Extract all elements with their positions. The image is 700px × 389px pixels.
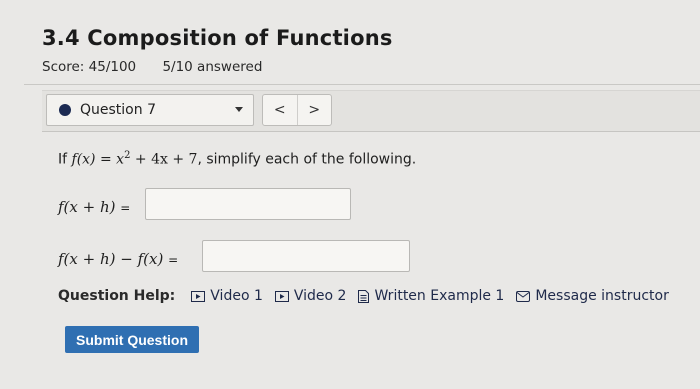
part-2-answer-input[interactable]: [202, 240, 410, 272]
video-1-link[interactable]: Video 1: [191, 288, 263, 304]
written-example-label: Written Example 1: [374, 288, 505, 304]
question-help: Question Help: Video 1 Video 2 Written E…: [58, 288, 669, 304]
function-rhs-rest: + 4x + 7: [130, 151, 198, 168]
previous-question-button[interactable]: <: [263, 95, 297, 125]
problem-statement: If f(x) = x2 + 4x + 7, simplify each of …: [58, 150, 416, 168]
part-1-equals: =: [120, 201, 131, 215]
question-help-label: Question Help:: [58, 288, 176, 304]
problem-suffix: , simplify each of the following.: [197, 151, 417, 168]
written-example-link[interactable]: Written Example 1: [358, 288, 504, 304]
video-1-label: Video 1: [210, 288, 263, 304]
envelope-icon: [516, 290, 531, 302]
function-rhs-base: x: [116, 151, 125, 168]
video-2-link[interactable]: Video 2: [274, 288, 347, 304]
message-instructor-link[interactable]: Message instructor: [516, 288, 669, 304]
function-lhs: f(x): [71, 151, 96, 168]
question-select[interactable]: Question 7: [46, 94, 254, 126]
question-pager: < >: [262, 94, 332, 126]
question-select-label: Question 7: [80, 102, 156, 118]
part-1-row: f(x + h) =: [58, 198, 130, 216]
part-1-expression: f(x + h): [58, 198, 116, 216]
caret-down-icon: [235, 107, 243, 112]
answered-count: 5/10 answered: [162, 59, 263, 75]
part-2-row: f(x + h) − f(x) =: [58, 250, 178, 268]
score-text: Score: 45/100: [42, 59, 137, 75]
score-row: Score: 45/100 5/10 answered: [42, 59, 262, 75]
part-1-answer-input[interactable]: [145, 188, 351, 220]
submit-question-button[interactable]: Submit Question: [65, 326, 199, 353]
question-nav-bar: Question 7 < >: [42, 90, 700, 132]
part-2-expression: f(x + h) − f(x): [58, 250, 164, 268]
video-2-label: Video 2: [293, 288, 347, 304]
equals-sign: =: [95, 151, 117, 168]
play-icon: [191, 290, 206, 302]
part-2-equals: =: [168, 253, 179, 267]
question-status-dot: [59, 104, 71, 116]
divider: [24, 84, 700, 85]
document-icon: [358, 289, 370, 303]
play-icon: [274, 290, 289, 302]
page-title: 3.4 Composition of Functions: [42, 26, 393, 50]
problem-prefix: If: [58, 151, 72, 168]
next-question-button[interactable]: >: [296, 95, 332, 125]
message-instructor-label: Message instructor: [535, 288, 669, 304]
